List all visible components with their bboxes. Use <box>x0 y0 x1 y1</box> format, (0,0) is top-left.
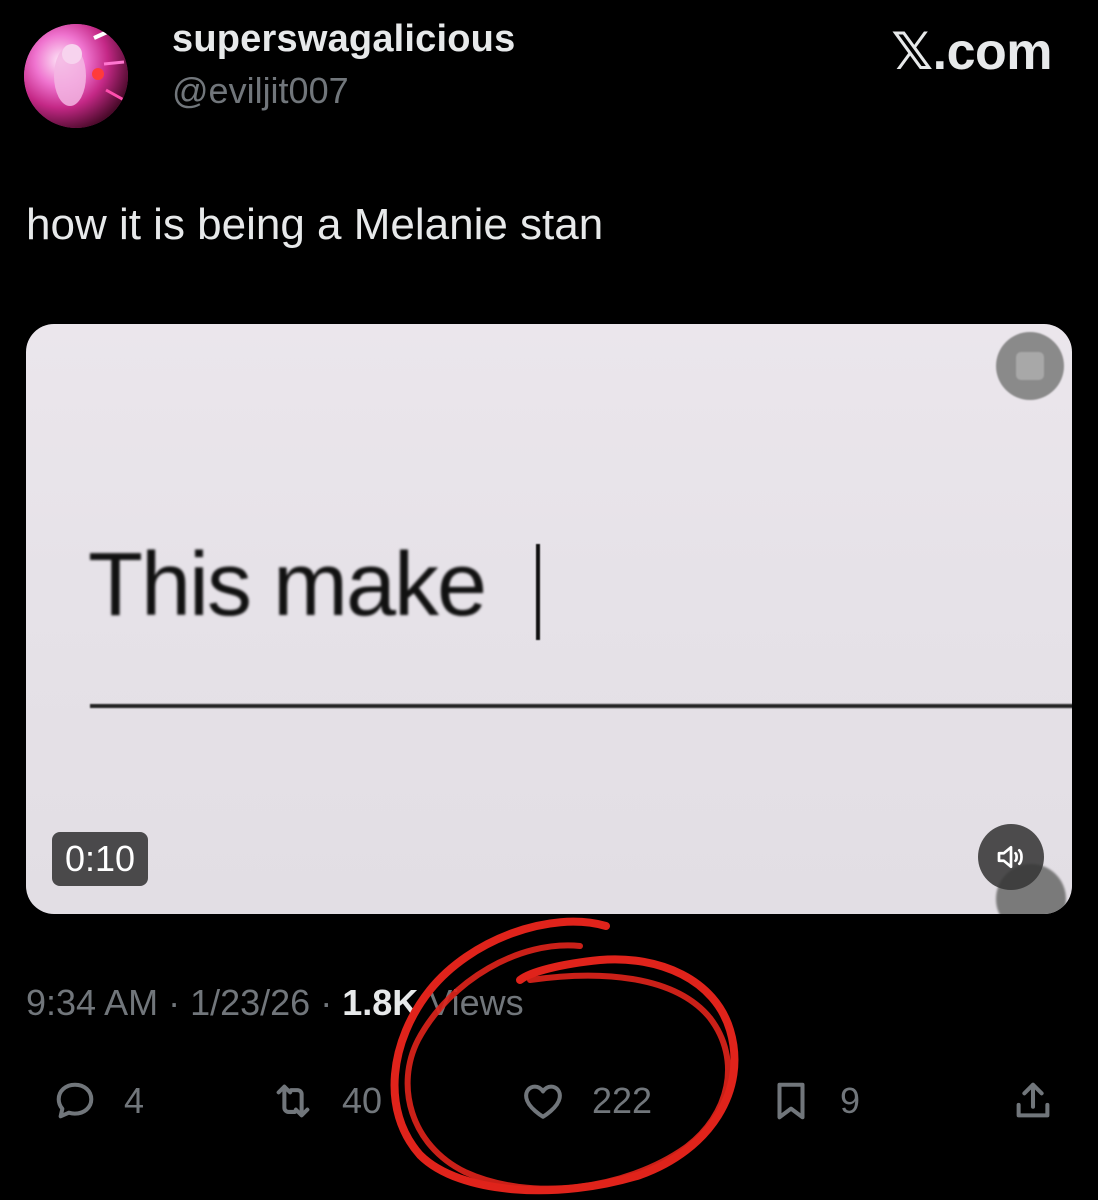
annotation-circle <box>390 917 739 1195</box>
display-name[interactable]: superswagalicious <box>172 18 515 61</box>
like-button[interactable]: 222 <box>520 1070 652 1132</box>
volume-icon <box>997 845 1023 869</box>
reply-button[interactable]: 4 <box>52 1070 144 1132</box>
video-underline <box>90 704 1072 708</box>
avatar[interactable] <box>24 24 128 128</box>
tweet-date[interactable]: 1/23/26 <box>190 982 310 1023</box>
video-frame-button <box>996 332 1064 400</box>
repost-count: 40 <box>342 1080 383 1121</box>
views-count: 1.8K <box>342 982 419 1023</box>
user-handle[interactable]: @eviljit007 <box>172 70 349 112</box>
reply-count: 4 <box>124 1080 145 1121</box>
tweet-time[interactable]: 9:34 AM <box>26 982 158 1023</box>
views-label: Views <box>428 982 524 1023</box>
repost-icon <box>276 1084 310 1118</box>
bookmark-button[interactable]: 9 <box>768 1070 860 1132</box>
heart-icon <box>524 1084 562 1119</box>
share-icon <box>1016 1082 1050 1118</box>
volume-button[interactable] <box>978 824 1044 890</box>
meta-separator: · <box>158 982 191 1023</box>
like-count: 222 <box>592 1080 653 1121</box>
bookmark-icon <box>777 1082 805 1120</box>
reply-icon <box>56 1082 94 1119</box>
meta-separator-2: · <box>310 982 343 1023</box>
video-duration-badge: 0:10 <box>52 832 149 886</box>
tweet-meta: 9:34 AM · 1/23/26 · 1.8K Views <box>26 982 524 1024</box>
video-text-caret <box>536 544 540 640</box>
repost-button[interactable]: 40 <box>270 1070 382 1132</box>
brand-logo: 𝕏.com <box>891 23 1052 81</box>
tweet-text: how it is being a Melanie stan <box>26 200 604 249</box>
share-button[interactable] <box>1010 1070 1056 1132</box>
bookmark-count: 9 <box>840 1080 861 1121</box>
video-frame-text: This make <box>88 535 487 635</box>
video-player[interactable]: This make 0:10 <box>26 324 1072 914</box>
